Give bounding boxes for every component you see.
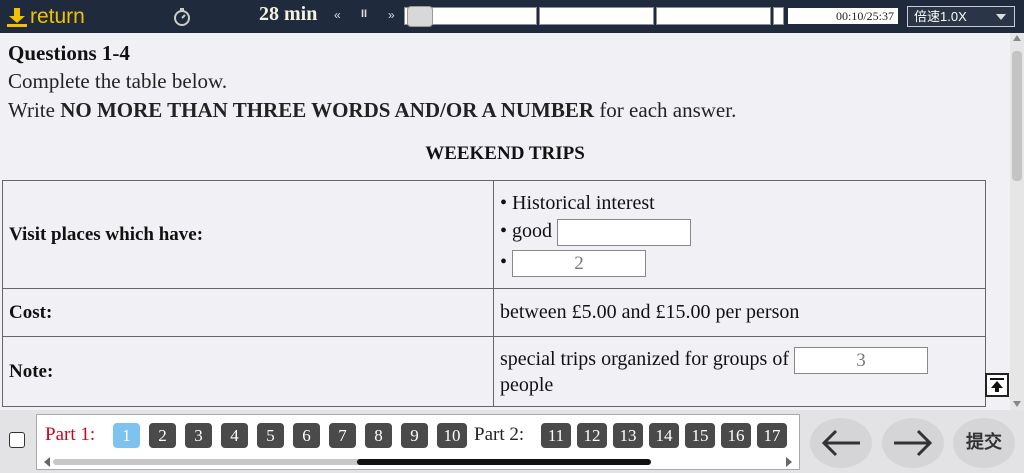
answer-field-1[interactable]: [557, 219, 692, 246]
trips-table: Visit places which have: • Historical in…: [2, 180, 986, 407]
chevron-down-icon: [996, 14, 1006, 20]
question-8-button[interactable]: 8: [365, 423, 392, 448]
question-content: Questions 1-4 Complete the table below. …: [0, 33, 1010, 410]
stopwatch-icon: [174, 8, 190, 26]
return-button[interactable]: return: [6, 4, 85, 30]
part-1-label: Part 1:: [45, 424, 96, 445]
progress-thumb[interactable]: [407, 6, 433, 27]
next-button[interactable]: [882, 418, 944, 468]
question-4-button[interactable]: 4: [221, 423, 248, 448]
speed-label: 倍速1.0X: [914, 9, 967, 24]
question-13-button[interactable]: 13: [613, 423, 643, 448]
question-5-button[interactable]: 5: [257, 423, 284, 448]
table-text: • good: [500, 220, 553, 243]
question-10-button[interactable]: 10: [437, 423, 467, 448]
scroll-left-icon[interactable]: [43, 457, 51, 467]
instruction-line-1: Complete the table below.: [8, 69, 228, 93]
question-title: Questions 1-4: [8, 41, 130, 65]
table-row: Visit places which have: • Historical in…: [2, 180, 986, 289]
table-text: people: [500, 373, 554, 396]
answer-field-3[interactable]: 3: [794, 346, 928, 374]
table-title: WEEKEND TRIPS: [425, 143, 585, 164]
submit-button[interactable]: 提交: [953, 418, 1015, 468]
question-7-button[interactable]: 7: [329, 423, 356, 448]
back-to-top-button[interactable]: [985, 373, 1009, 397]
question-3-button[interactable]: 3: [185, 423, 212, 448]
row-label: Note:: [2, 336, 494, 407]
table-row: Note: special trips organized for groups…: [2, 336, 986, 407]
return-label: return: [30, 5, 85, 28]
arrow-right-icon: [894, 429, 933, 457]
row-label: Cost:: [2, 288, 494, 337]
arrow-left-icon: [821, 429, 860, 457]
speed-select[interactable]: 倍速1.0X: [907, 6, 1015, 27]
table-text: • Historical interest: [500, 192, 655, 214]
pause-button[interactable]: II: [361, 8, 367, 20]
forward-button[interactable]: »: [388, 8, 395, 22]
navigator-scroll-thumb[interactable]: [53, 459, 383, 465]
table-text: •: [500, 251, 508, 274]
answer-field-2[interactable]: 2: [512, 250, 647, 277]
table-row: Cost: between £5.00 and £15.00 per perso…: [2, 288, 986, 337]
top-bar: return 28 min « II » 00:10/25:37 倍速1.0X: [0, 0, 1024, 33]
scroll-right-icon[interactable]: [785, 457, 793, 467]
time-display: 00:10/25:37: [788, 8, 898, 24]
row-label: Visit places which have:: [2, 180, 494, 289]
question-2-button[interactable]: 2: [149, 423, 176, 448]
question-11-button[interactable]: 11: [541, 423, 571, 448]
part-2-label: Part 2:: [474, 424, 525, 445]
vertical-scrollbar[interactable]: [1010, 33, 1024, 410]
question-14-button[interactable]: 14: [649, 423, 679, 448]
question-16-button[interactable]: 16: [721, 423, 751, 448]
mark-checkbox[interactable]: [9, 432, 25, 448]
download-icon: [7, 8, 27, 27]
scroll-up-icon[interactable]: [1013, 35, 1021, 41]
question-9-button[interactable]: 9: [401, 423, 428, 448]
question-15-button[interactable]: 15: [685, 423, 715, 448]
remaining-minutes: 28 min: [259, 3, 318, 25]
instruction-line-2: Write NO MORE THAN THREE WORDS AND/OR A …: [8, 98, 737, 122]
previous-button[interactable]: [810, 418, 872, 468]
table-text: special trips organized for groups of: [500, 347, 789, 370]
table-text: between £5.00 and £15.00 per person: [493, 288, 986, 337]
question-1-button[interactable]: 1: [113, 423, 140, 448]
rewind-button[interactable]: «: [334, 8, 341, 22]
home-indicator: [357, 459, 651, 465]
scroll-down-icon[interactable]: [1013, 401, 1021, 407]
arrow-up-to-line-icon: [990, 378, 1004, 392]
question-6-button[interactable]: 6: [293, 423, 320, 448]
question-17-button[interactable]: 17: [757, 423, 787, 448]
scroll-thumb[interactable]: [1012, 51, 1022, 181]
question-12-button[interactable]: 12: [577, 423, 607, 448]
